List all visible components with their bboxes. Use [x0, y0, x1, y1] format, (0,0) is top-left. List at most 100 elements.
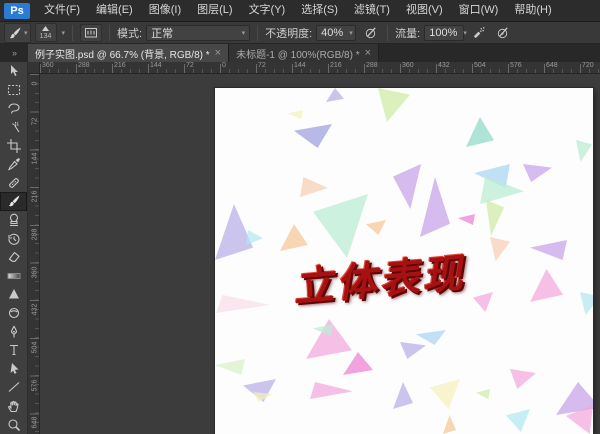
triangle-shape	[576, 140, 592, 162]
history-brush-tool[interactable]	[0, 229, 27, 248]
crop-tool-icon	[6, 138, 21, 153]
toggle-brush-panel-button[interactable]	[80, 23, 103, 42]
lasso-tool-icon	[7, 103, 20, 115]
triangle-shape	[300, 177, 328, 197]
triangle-shape	[378, 88, 410, 122]
dodge-tool[interactable]	[0, 304, 27, 323]
hand-tool-icon	[7, 400, 19, 413]
ruler-label: 72	[31, 117, 39, 126]
eraser-tool-icon	[8, 251, 20, 263]
pen-tool-icon	[10, 325, 17, 338]
tab-close-icon[interactable]: ×	[365, 48, 371, 59]
ruler-label: 576	[510, 62, 522, 69]
pen-tool[interactable]	[0, 322, 27, 341]
opacity-select[interactable]: 40% ▾	[316, 24, 357, 41]
menu-item-9[interactable]: 帮助(H)	[506, 0, 559, 21]
pen-pressure-size-icon	[497, 27, 508, 39]
triangle-shape	[530, 240, 567, 260]
triangle-shape	[458, 214, 475, 225]
spot-healing-brush-tool[interactable]	[0, 174, 27, 193]
crop-tool[interactable]	[0, 136, 27, 155]
separator	[257, 24, 259, 41]
menu-item-1[interactable]: 编辑(E)	[88, 0, 141, 21]
airbrush-button[interactable]	[468, 24, 488, 42]
menu-item-3[interactable]: 图层(L)	[189, 0, 240, 21]
menu-item-8[interactable]: 窗口(W)	[451, 0, 507, 21]
brush-preset-picker[interactable]: 134	[34, 23, 57, 42]
options-bar: ▾ 134 ▾ 模式: 正常 ▾ 不透明度: 40% ▾ 流量: 100% ▾	[0, 22, 600, 44]
triangle-shape	[443, 415, 456, 434]
blur-tool[interactable]	[0, 285, 27, 304]
triangle-shape	[393, 382, 413, 409]
horizontal-ruler: 360 288 216 144 72 0 72 144 216 288 360 432 504 576 64…	[40, 62, 600, 74]
separator	[72, 24, 74, 41]
menu-item-2[interactable]: 图像(I)	[141, 0, 189, 21]
pressure-size-button[interactable]	[492, 24, 512, 42]
toolbar-collapse-icon[interactable]: »	[0, 44, 28, 62]
menu-item-0[interactable]: 文件(F)	[36, 0, 88, 21]
eraser-tool[interactable]	[0, 248, 27, 267]
brush-tool[interactable]	[0, 192, 27, 211]
document-tab-label: 未标题-1 @ 100%(RGB/8) *	[236, 49, 360, 61]
canvas-title-text: 立体表现	[291, 250, 467, 311]
ruler-label: 504	[31, 341, 39, 354]
move-tool-icon	[10, 65, 18, 77]
type-tool[interactable]	[0, 341, 27, 360]
ruler-label: 72	[186, 62, 194, 69]
path-selection-tool[interactable]	[0, 360, 27, 379]
flow-select[interactable]: 100% ▾	[424, 24, 467, 41]
blend-mode-select[interactable]: 正常 ▾	[146, 24, 251, 41]
document-tab-bar: » 例子实图.psd @ 66.7% (背景, RGB/8) * × 未标题-1 @…	[0, 44, 600, 62]
ruler-label: 216	[330, 62, 342, 69]
rectangular-marquee-tool[interactable]	[0, 81, 27, 100]
hand-tool[interactable]	[0, 397, 27, 416]
ruler-label: 720	[582, 62, 594, 69]
tab-close-icon[interactable]: ×	[215, 48, 221, 59]
triangle-shape	[530, 269, 563, 302]
opacity-value: 40%	[321, 26, 344, 39]
brush-icon	[9, 27, 21, 38]
magic-wand-tool[interactable]	[0, 118, 27, 137]
ruler-label: 648	[31, 416, 39, 429]
chevron-down-icon[interactable]: ▾	[62, 29, 66, 37]
vertical-ruler: 0 72 144 216 288 360 432 504 576 648	[28, 74, 40, 434]
pen-pressure-icon	[365, 27, 376, 39]
ruler-label: 648	[546, 62, 558, 69]
triangle-shape	[430, 379, 460, 409]
menu-item-7[interactable]: 视图(V)	[398, 0, 451, 21]
triangle-shape	[215, 359, 245, 375]
magic-wand-tool-icon	[11, 122, 19, 133]
ruler-label: 360	[31, 266, 39, 278]
eyedropper-tool[interactable]	[0, 155, 27, 174]
ruler-label: 360	[402, 62, 414, 69]
airbrush-icon	[473, 27, 485, 39]
triangle-shape	[510, 369, 536, 389]
lasso-tool[interactable]	[0, 99, 27, 118]
triangle-shape	[420, 177, 450, 237]
type-tool-icon	[9, 345, 18, 356]
menu-item-6[interactable]: 滤镜(T)	[346, 0, 398, 21]
brush-panel-icon	[85, 28, 98, 38]
ruler-label: 216	[114, 62, 126, 69]
tool-preset-picker[interactable]: ▾	[4, 22, 31, 43]
triangle-shape	[343, 352, 373, 375]
pressure-opacity-button[interactable]	[360, 24, 380, 42]
zoom-tool[interactable]	[0, 415, 27, 434]
mode-label: 模式:	[117, 27, 143, 40]
triangle-shape	[466, 117, 494, 147]
workspace: 立体表现	[40, 74, 600, 434]
triangle-shape	[366, 220, 386, 235]
ruler-label: 504	[474, 62, 486, 69]
gradient-tool[interactable]	[0, 267, 27, 286]
menu-item-5[interactable]: 选择(S)	[293, 0, 346, 21]
clone-stamp-tool[interactable]	[0, 211, 27, 230]
move-tool[interactable]	[0, 62, 27, 81]
triangle-shape	[313, 194, 368, 258]
document-tab-0[interactable]: 例子实图.psd @ 66.7% (背景, RGB/8) * ×	[28, 44, 230, 62]
line-tool[interactable]	[0, 378, 27, 397]
document-canvas[interactable]: 立体表现	[215, 88, 593, 434]
clone-stamp-tool-icon	[9, 213, 18, 227]
document-tab-label: 例子实图.psd @ 66.7% (背景, RGB/8) *	[35, 49, 210, 61]
document-tab-1[interactable]: 未标题-1 @ 100%(RGB/8) * ×	[229, 44, 380, 62]
menu-item-4[interactable]: 文字(Y)	[241, 0, 294, 21]
